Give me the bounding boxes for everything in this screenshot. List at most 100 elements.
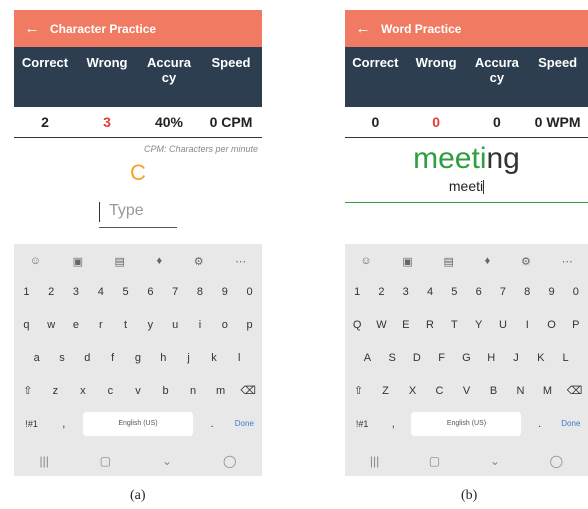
key[interactable]: h [153, 346, 173, 370]
settings-icon[interactable]: ⚙ [194, 255, 204, 268]
key[interactable]: p [240, 313, 260, 337]
key[interactable]: 5 [116, 280, 136, 304]
recents-icon[interactable]: ||| [39, 454, 48, 468]
key[interactable]: 7 [165, 280, 185, 304]
key[interactable]: 2 [41, 280, 61, 304]
accessibility-icon[interactable]: ◯ [550, 454, 563, 468]
key[interactable]: F [432, 346, 452, 370]
key[interactable]: 1 [347, 280, 367, 304]
key[interactable]: L [556, 346, 576, 370]
key[interactable]: C [430, 379, 450, 403]
more-icon[interactable]: ⋯ [562, 255, 573, 268]
key[interactable]: 6 [140, 280, 160, 304]
key[interactable]: f [103, 346, 123, 370]
key[interactable]: t [116, 313, 136, 337]
key[interactable]: U [493, 313, 513, 337]
key[interactable]: Q [347, 313, 367, 337]
key[interactable]: a [27, 346, 47, 370]
type-input[interactable]: Type [99, 198, 177, 228]
key[interactable]: j [179, 346, 199, 370]
key[interactable]: 0 [566, 280, 586, 304]
back-arrow-icon[interactable]: ← [345, 20, 381, 37]
key[interactable]: o [215, 313, 235, 337]
home-icon[interactable]: ▢ [429, 454, 440, 468]
key[interactable]: V [457, 379, 477, 403]
key[interactable]: b [156, 379, 176, 403]
mic-icon[interactable]: ♦ [485, 255, 491, 267]
key[interactable]: T [444, 313, 464, 337]
key[interactable]: D [407, 346, 427, 370]
accessibility-icon[interactable]: ◯ [223, 454, 236, 468]
key[interactable]: X [403, 379, 423, 403]
key[interactable]: 2 [371, 280, 391, 304]
key[interactable]: 0 [240, 280, 260, 304]
symbols-key[interactable]: !#1 [19, 412, 45, 436]
key[interactable]: u [165, 313, 185, 337]
emoji-icon[interactable]: ☺ [360, 255, 371, 267]
key[interactable]: 3 [66, 280, 86, 304]
key[interactable]: y [140, 313, 160, 337]
comma-key[interactable]: , [383, 412, 403, 436]
key[interactable]: K [531, 346, 551, 370]
key[interactable]: R [420, 313, 440, 337]
gif-icon[interactable]: ▤ [443, 255, 453, 268]
key[interactable]: k [204, 346, 224, 370]
key[interactable]: e [66, 313, 86, 337]
backspace-key[interactable]: ⌫ [238, 379, 258, 403]
key[interactable]: s [52, 346, 72, 370]
key[interactable]: I [517, 313, 537, 337]
word-input[interactable]: meeti [345, 170, 588, 203]
key[interactable]: 8 [190, 280, 210, 304]
key[interactable]: 6 [469, 280, 489, 304]
key[interactable]: E [396, 313, 416, 337]
key[interactable]: W [371, 313, 391, 337]
key[interactable]: J [506, 346, 526, 370]
done-key[interactable]: Done [558, 412, 584, 436]
hide-keyboard-icon[interactable]: ⌄ [490, 454, 500, 468]
space-key[interactable]: English (US) [82, 412, 193, 436]
key[interactable]: 4 [91, 280, 111, 304]
period-key[interactable]: . [202, 412, 222, 436]
key[interactable]: c [100, 379, 120, 403]
key[interactable]: 9 [542, 280, 562, 304]
key[interactable]: 1 [16, 280, 36, 304]
key[interactable]: P [566, 313, 586, 337]
recents-icon[interactable]: ||| [370, 454, 379, 468]
key[interactable]: g [128, 346, 148, 370]
key[interactable]: 8 [517, 280, 537, 304]
back-arrow-icon[interactable]: ← [14, 20, 50, 37]
key[interactable]: m [211, 379, 231, 403]
more-icon[interactable]: ⋯ [235, 255, 246, 268]
done-key[interactable]: Done [231, 412, 257, 436]
key[interactable]: Z [376, 379, 396, 403]
key[interactable]: n [183, 379, 203, 403]
key[interactable]: H [481, 346, 501, 370]
home-icon[interactable]: ▢ [100, 454, 111, 468]
key[interactable]: i [190, 313, 210, 337]
key[interactable]: 9 [215, 280, 235, 304]
key[interactable]: 7 [493, 280, 513, 304]
key[interactable]: w [41, 313, 61, 337]
shift-key[interactable]: ⇧ [18, 379, 38, 403]
hide-keyboard-icon[interactable]: ⌄ [162, 454, 172, 468]
emoji-icon[interactable]: ☺ [30, 255, 41, 267]
space-key[interactable]: English (US) [411, 412, 522, 436]
key[interactable]: Y [469, 313, 489, 337]
key[interactable]: O [542, 313, 562, 337]
key[interactable]: S [382, 346, 402, 370]
key[interactable]: N [511, 379, 531, 403]
key[interactable]: 4 [420, 280, 440, 304]
key[interactable]: 5 [444, 280, 464, 304]
key[interactable]: M [538, 379, 558, 403]
key[interactable]: G [456, 346, 476, 370]
key[interactable]: B [484, 379, 504, 403]
key[interactable]: l [229, 346, 249, 370]
gif-icon[interactable]: ▤ [115, 255, 125, 268]
key[interactable]: x [73, 379, 93, 403]
symbols-key[interactable]: !#1 [349, 412, 375, 436]
sticker-icon[interactable]: ▣ [402, 255, 412, 268]
period-key[interactable]: . [530, 412, 550, 436]
key[interactable]: z [45, 379, 65, 403]
key[interactable]: r [91, 313, 111, 337]
key[interactable]: q [16, 313, 36, 337]
